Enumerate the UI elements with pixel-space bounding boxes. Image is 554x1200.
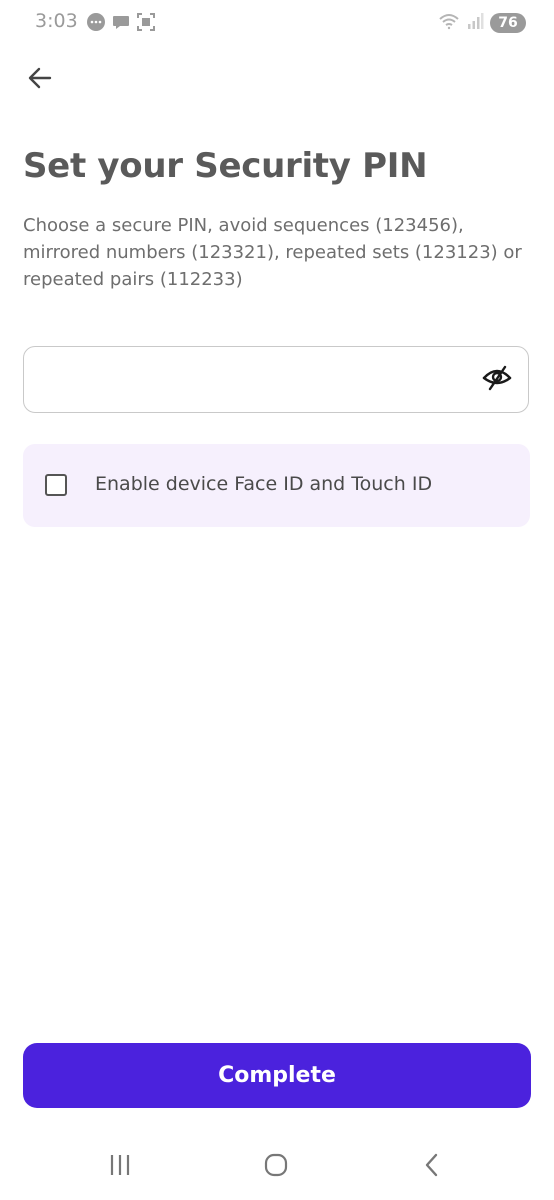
- pin-instructions: Choose a secure PIN, avoid sequences (12…: [23, 215, 522, 290]
- recent-apps-icon: [107, 1153, 133, 1181]
- navigation-bar: [0, 1140, 554, 1196]
- status-time: 3:03: [35, 10, 78, 32]
- biometric-option-card: Enable device Face ID and Touch ID: [23, 444, 530, 527]
- chat-bubble-icon: [86, 12, 106, 36]
- complete-button[interactable]: Complete: [23, 1043, 531, 1108]
- system-back-button[interactable]: [412, 1152, 452, 1182]
- status-notification-icons: [86, 12, 156, 36]
- home-button[interactable]: [256, 1152, 296, 1182]
- back-nav-icon: [420, 1152, 444, 1182]
- signal-icon: [466, 12, 484, 34]
- eye-off-icon: [481, 362, 513, 398]
- page-title: Set your Security PIN: [23, 146, 428, 186]
- home-icon: [263, 1152, 289, 1182]
- toggle-visibility-button[interactable]: [480, 363, 514, 397]
- status-system-icons: 76: [438, 12, 526, 34]
- battery-indicator: 76: [490, 13, 526, 33]
- biometric-checkbox[interactable]: [45, 474, 67, 496]
- pin-field[interactable]: [23, 346, 529, 414]
- message-icon: [111, 12, 131, 36]
- recent-apps-button[interactable]: [100, 1152, 140, 1182]
- back-button[interactable]: [22, 62, 58, 98]
- screenshot-icon: [136, 12, 156, 36]
- arrow-left-icon: [26, 64, 54, 96]
- wifi-icon: [438, 12, 460, 34]
- biometric-checkbox-label[interactable]: Enable device Face ID and Touch ID: [95, 473, 432, 495]
- pin-input[interactable]: [40, 347, 474, 414]
- status-bar: 3:03 76: [0, 0, 554, 44]
